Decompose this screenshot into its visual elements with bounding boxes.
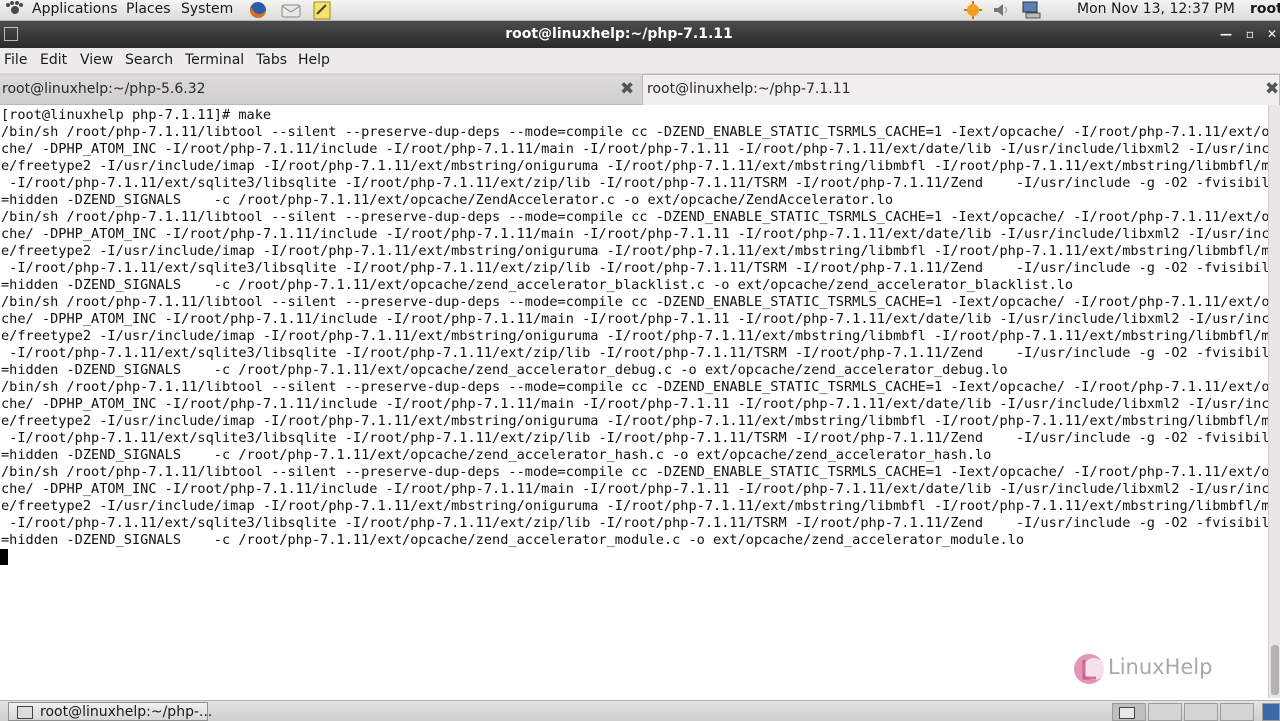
menu-help[interactable]: Help xyxy=(298,52,330,68)
terminal-line: -I/root/php-7.1.11/ext/sqlite3/libsqlite… xyxy=(1,515,1268,531)
workspace-2[interactable] xyxy=(1148,703,1182,721)
terminal-line: e/freetype2 -I/usr/include/imap -I/root/… xyxy=(1,328,1268,344)
tab-label: root@linuxhelp:~/php-7.1.11 xyxy=(647,81,851,97)
terminal-line: =hidden -DZEND_SIGNALS -c /root/php-7.1.… xyxy=(1,532,1025,548)
terminal-line: /bin/sh /root/php-7.1.11/libtool --silen… xyxy=(1,124,1268,140)
taskbar-label: root@linuxhelp:~/php-... xyxy=(40,704,213,720)
menubar: File Edit View Search Terminal Tabs Help xyxy=(0,48,1280,74)
terminal-line: =hidden -DZEND_SIGNALS -c /root/php-7.1.… xyxy=(1,362,1008,378)
terminal-line: /bin/sh /root/php-7.1.11/libtool --silen… xyxy=(1,464,1268,480)
applications-menu[interactable]: Applications xyxy=(32,0,118,20)
terminal-line: [root@linuxhelp php-7.1.11]# make xyxy=(1,107,272,123)
terminal-line: =hidden -DZEND_SIGNALS -c /root/php-7.1.… xyxy=(1,447,992,463)
menu-terminal[interactable]: Terminal xyxy=(185,52,244,68)
volume-icon[interactable] xyxy=(990,0,1012,20)
minimize-icon[interactable]: — xyxy=(1216,24,1236,44)
terminal-line: -I/root/php-7.1.11/ext/sqlite3/libsqlite… xyxy=(1,345,1268,361)
tab-close-icon[interactable]: ✖ xyxy=(620,76,634,103)
trash-icon[interactable] xyxy=(1262,703,1280,721)
clock[interactable]: Mon Nov 13, 12:37 PM xyxy=(1077,0,1235,20)
foot-logo-icon[interactable] xyxy=(4,0,26,20)
terminal-line: /bin/sh /root/php-7.1.11/libtool --silen… xyxy=(1,209,1268,225)
terminal-line: che/ -DPHP_ATOM_INC -I/root/php-7.1.11/i… xyxy=(1,396,1268,412)
terminal-icon xyxy=(17,706,33,719)
terminal-line: =hidden -DZEND_SIGNALS -c /root/php-7.1.… xyxy=(1,277,1074,293)
workspace-4[interactable] xyxy=(1220,703,1254,721)
terminal-line: che/ -DPHP_ATOM_INC -I/root/php-7.1.11/i… xyxy=(1,226,1268,242)
mail-icon[interactable] xyxy=(280,0,302,20)
update-notifier-icon[interactable] xyxy=(962,0,984,20)
window-titlebar[interactable]: root@linuxhelp:~/php-7.1.11 — ▫ ✕ xyxy=(0,21,1280,48)
terminal-line: che/ -DPHP_ATOM_INC -I/root/php-7.1.11/i… xyxy=(1,311,1268,327)
menu-search[interactable]: Search xyxy=(125,52,173,68)
menu-tabs[interactable]: Tabs xyxy=(256,52,287,68)
tab-php-7-1-11[interactable]: root@linuxhelp:~/php-7.1.11 ✖ xyxy=(642,74,1280,105)
network-icon[interactable] xyxy=(1020,0,1042,20)
terminal-line: -I/root/php-7.1.11/ext/sqlite3/libsqlite… xyxy=(1,430,1268,446)
terminal-icon xyxy=(1119,707,1135,719)
tab-php-5-6-32[interactable]: root@linuxhelp:~/php-5.6.32 ✖ xyxy=(0,76,640,104)
terminal-line: -I/root/php-7.1.11/ext/sqlite3/libsqlite… xyxy=(1,260,1268,276)
menu-file[interactable]: File xyxy=(4,52,27,68)
tab-label: root@linuxhelp:~/php-5.6.32 xyxy=(2,81,206,97)
places-menu[interactable]: Places xyxy=(126,0,171,20)
scrollbar-thumb[interactable] xyxy=(1271,645,1279,695)
terminal-scrollbar[interactable] xyxy=(1268,105,1280,698)
window-title: root@linuxhelp:~/php-7.1.11 xyxy=(505,26,733,42)
close-icon[interactable]: ✕ xyxy=(1262,24,1280,44)
terminal-line: e/freetype2 -I/usr/include/imap -I/root/… xyxy=(1,243,1268,259)
workspace-3[interactable] xyxy=(1184,703,1218,721)
system-menu[interactable]: System xyxy=(181,0,233,20)
taskbar-terminal-item[interactable]: root@linuxhelp:~/php-... xyxy=(8,702,212,721)
terminal-line: e/freetype2 -I/usr/include/imap -I/root/… xyxy=(1,413,1268,429)
linuxhelp-watermark: LinuxHelp xyxy=(1072,650,1232,686)
terminal-line: che/ -DPHP_ATOM_INC -I/root/php-7.1.11/i… xyxy=(1,141,1268,157)
terminal-line: /bin/sh /root/php-7.1.11/libtool --silen… xyxy=(1,294,1268,310)
top-panel: Applications Places System Mon Nov 13, 1… xyxy=(0,0,1280,21)
user-menu[interactable]: root xyxy=(1250,0,1280,20)
bottom-panel: root@linuxhelp:~/php-... xyxy=(0,700,1280,721)
terminal-line: -I/root/php-7.1.11/ext/sqlite3/libsqlite… xyxy=(1,175,1268,191)
terminal-cursor xyxy=(0,549,8,565)
maximize-icon[interactable]: ▫ xyxy=(1240,24,1260,44)
terminal-line: che/ -DPHP_ATOM_INC -I/root/php-7.1.11/i… xyxy=(1,481,1268,497)
workspace-1[interactable] xyxy=(1112,703,1146,721)
menu-view[interactable]: View xyxy=(80,52,113,68)
terminal-line: e/freetype2 -I/usr/include/imap -I/root/… xyxy=(1,498,1268,514)
terminal-line: =hidden -DZEND_SIGNALS -c /root/php-7.1.… xyxy=(1,192,894,208)
terminal-output[interactable]: [root@linuxhelp php-7.1.11]# make/bin/sh… xyxy=(0,105,1268,698)
firefox-icon[interactable] xyxy=(247,0,269,20)
watermark-text: LinuxHelp xyxy=(1108,655,1213,679)
terminal-line: e/freetype2 -I/usr/include/imap -I/root/… xyxy=(1,158,1268,174)
tab-bar: root@linuxhelp:~/php-5.6.32 ✖ root@linux… xyxy=(0,74,1280,105)
menu-edit[interactable]: Edit xyxy=(40,52,67,68)
terminal-line: /bin/sh /root/php-7.1.11/libtool --silen… xyxy=(1,379,1268,395)
tab-close-icon[interactable]: ✖ xyxy=(1265,76,1279,103)
text-editor-icon[interactable] xyxy=(311,0,333,20)
